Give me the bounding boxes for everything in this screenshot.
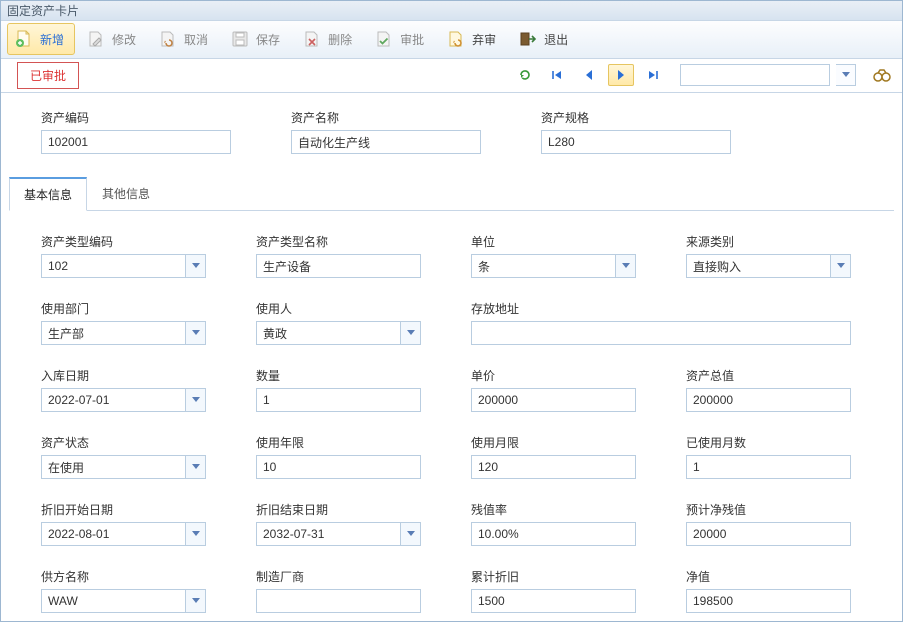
save-icon — [230, 29, 250, 49]
tab-basic[interactable]: 基本信息 — [9, 177, 87, 211]
chevron-down-icon — [185, 590, 205, 612]
months-input[interactable]: 120 — [471, 455, 636, 479]
asset-name-input[interactable]: 自动化生产线 — [291, 130, 481, 154]
save-button[interactable]: 保存 — [223, 23, 291, 55]
price-input[interactable]: 200000 — [471, 388, 636, 412]
source-select[interactable]: 直接购入 — [686, 254, 851, 278]
approve-button[interactable]: 审批 — [367, 23, 435, 55]
chevron-down-icon — [400, 322, 420, 344]
acc-dep-input[interactable]: 1500 — [471, 589, 636, 613]
dept-select[interactable]: 生产部 — [41, 321, 206, 345]
chevron-down-icon — [185, 322, 205, 344]
mfr-input[interactable] — [256, 589, 421, 613]
chevron-down-icon — [185, 523, 205, 545]
chevron-down-icon — [185, 389, 205, 411]
last-button[interactable] — [640, 64, 666, 86]
residual-rate-input[interactable]: 10.00% — [471, 522, 636, 546]
code-label: 资产编码 — [41, 109, 231, 126]
cancel-button[interactable]: 取消 — [151, 23, 219, 55]
tab-other[interactable]: 其他信息 — [87, 177, 165, 211]
first-button[interactable] — [544, 64, 570, 86]
new-button[interactable]: 新增 — [7, 23, 75, 55]
chevron-down-icon — [185, 255, 205, 277]
dep-start-input[interactable]: 2022-08-01 — [41, 522, 206, 546]
tab-strip: 基本信息 其他信息 — [9, 176, 894, 211]
name-label: 资产名称 — [291, 109, 481, 126]
delete-button[interactable]: 删除 — [295, 23, 363, 55]
window-title: 固定资产卡片 — [1, 1, 902, 21]
chevron-down-icon — [830, 255, 850, 277]
search-input[interactable] — [680, 64, 830, 86]
user-select[interactable]: 黄政 — [256, 321, 421, 345]
chevron-down-icon — [400, 523, 420, 545]
qty-input[interactable]: 1 — [256, 388, 421, 412]
dep-end-input[interactable]: 2032-07-31 — [256, 522, 421, 546]
state-select[interactable]: 在使用 — [41, 455, 206, 479]
binoculars-icon[interactable] — [872, 65, 892, 85]
main-toolbar: 新增 修改 取消 保存 删除 — [1, 21, 902, 59]
total-input[interactable]: 200000 — [686, 388, 851, 412]
chevron-down-icon — [185, 456, 205, 478]
secondary-bar: 已审批 — [1, 59, 902, 93]
location-input[interactable] — [471, 321, 851, 345]
new-icon — [14, 29, 34, 49]
prev-button[interactable] — [576, 64, 602, 86]
refresh-button[interactable] — [512, 64, 538, 86]
years-input[interactable]: 10 — [256, 455, 421, 479]
residual-est-input[interactable]: 20000 — [686, 522, 851, 546]
edit-icon — [86, 29, 106, 49]
undo-icon — [158, 29, 178, 49]
search-dropdown-button[interactable] — [836, 64, 856, 86]
status-badge: 已审批 — [17, 62, 79, 89]
type-code-select[interactable]: 102 — [41, 254, 206, 278]
type-name-input[interactable]: 生产设备 — [256, 254, 421, 278]
supplier-select[interactable]: WAW — [41, 589, 206, 613]
asset-code-input[interactable]: 102001 — [41, 130, 231, 154]
next-button[interactable] — [608, 64, 634, 86]
asset-spec-input[interactable]: L280 — [541, 130, 731, 154]
unapprove-icon — [446, 29, 466, 49]
chevron-down-icon — [615, 255, 635, 277]
unapprove-button[interactable]: 弃审 — [439, 23, 507, 55]
unit-select[interactable]: 条 — [471, 254, 636, 278]
used-months-input[interactable]: 1 — [686, 455, 851, 479]
modify-button[interactable]: 修改 — [79, 23, 147, 55]
exit-icon — [518, 29, 538, 49]
net-input[interactable]: 198500 — [686, 589, 851, 613]
spec-label: 资产规格 — [541, 109, 731, 126]
approve-icon — [374, 29, 394, 49]
delete-icon — [302, 29, 322, 49]
exit-button[interactable]: 退出 — [511, 23, 579, 55]
in-date-input[interactable]: 2022-07-01 — [41, 388, 206, 412]
